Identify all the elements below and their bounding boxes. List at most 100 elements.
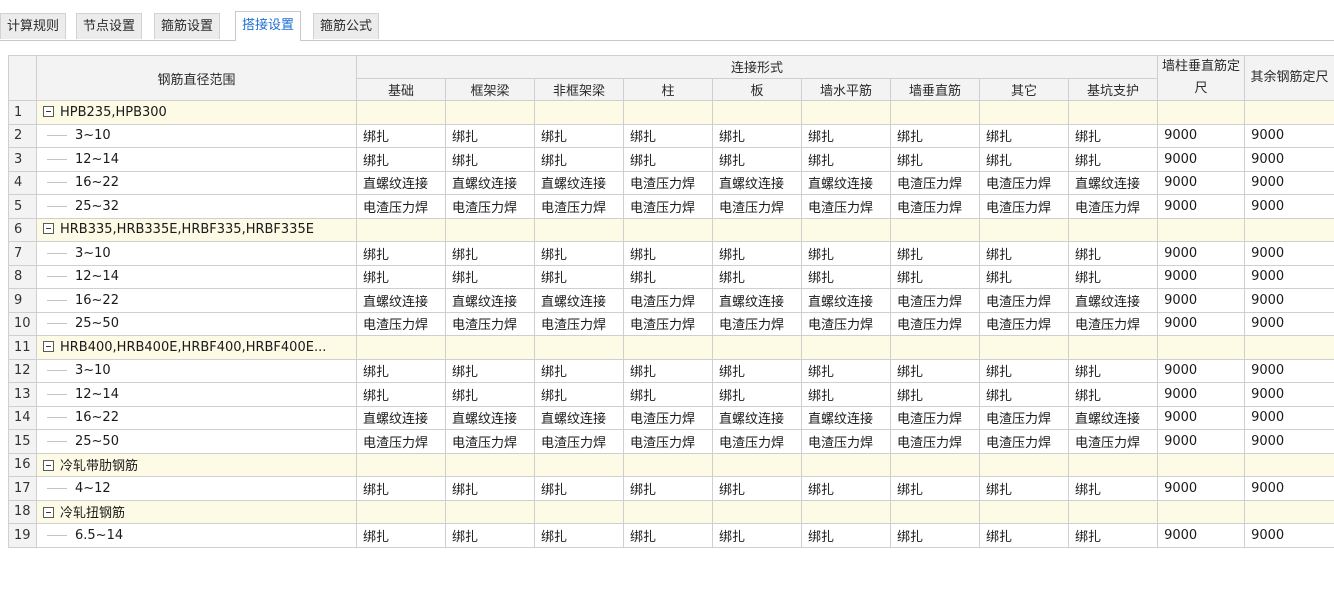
table-row[interactable]: 17 4~12 绑扎 绑扎 绑扎 绑扎 绑扎 绑扎 绑扎 绑扎 绑扎 9000 9000 [8, 476, 1334, 501]
connection-cell[interactable]: 绑扎 [445, 241, 535, 266]
connection-cell[interactable]: 电渣压力焊 [890, 429, 980, 454]
connection-cell[interactable]: 绑扎 [1067, 123, 1159, 148]
connection-cell[interactable]: 绑扎 [979, 241, 1069, 266]
connection-cell[interactable]: 绑扎 [534, 123, 624, 148]
group-row[interactable]: 18 冷轧扭钢筋 [8, 499, 1334, 524]
connection-cell[interactable]: 电渣压力焊 [979, 170, 1069, 195]
connection-cell[interactable]: 绑扎 [1067, 241, 1159, 266]
connection-cell[interactable]: 电渣压力焊 [712, 429, 802, 454]
group-row[interactable]: 1 HPB235,HPB300 [8, 100, 1334, 125]
connection-cell[interactable]: 绑扎 [801, 264, 891, 289]
group-empty-cell[interactable] [623, 100, 713, 125]
connection-cell[interactable]: 绑扎 [801, 382, 891, 407]
group-empty-cell[interactable] [712, 100, 802, 125]
group-empty-cell[interactable] [356, 217, 446, 242]
connection-cell[interactable]: 绑扎 [1067, 264, 1159, 289]
group-empty-cell[interactable] [356, 100, 446, 125]
connection-cell[interactable]: 电渣压力焊 [1067, 429, 1159, 454]
connection-cell[interactable]: 绑扎 [445, 123, 535, 148]
connection-cell[interactable]: 绑扎 [801, 241, 891, 266]
connection-cell[interactable]: 绑扎 [623, 382, 713, 407]
connection-cell[interactable]: 电渣压力焊 [623, 405, 713, 430]
group-empty-cell[interactable] [801, 217, 891, 242]
tab-calc-rules[interactable]: 计算规则 [0, 13, 67, 39]
connection-cell[interactable]: 绑扎 [534, 523, 624, 548]
collapse-icon[interactable] [43, 340, 54, 352]
connection-cell[interactable]: 绑扎 [623, 358, 713, 383]
connection-cell[interactable]: 绑扎 [890, 123, 980, 148]
group-empty-cell[interactable] [801, 335, 891, 360]
length-cell[interactable]: 9000 [1244, 241, 1334, 266]
connection-cell[interactable]: 电渣压力焊 [623, 170, 713, 195]
group-empty-cell[interactable] [534, 100, 624, 125]
group-empty-cell[interactable] [445, 452, 535, 477]
connection-cell[interactable]: 绑扎 [356, 123, 446, 148]
length-cell[interactable]: 9000 [1157, 523, 1246, 548]
group-row[interactable]: 11 HRB400,HRB400E,HRBF400,HRBF400E... [8, 335, 1334, 360]
connection-cell[interactable]: 电渣压力焊 [356, 311, 446, 336]
collapse-icon[interactable] [43, 223, 54, 235]
connection-cell[interactable]: 电渣压力焊 [890, 311, 980, 336]
connection-cell[interactable]: 绑扎 [356, 241, 446, 266]
connection-cell[interactable]: 绑扎 [1067, 523, 1159, 548]
length-cell[interactable]: 9000 [1157, 264, 1246, 289]
group-empty-cell[interactable] [979, 499, 1069, 524]
table-row[interactable]: 9 16~22 直螺纹连接 直螺纹连接 直螺纹连接 电渣压力焊 直螺纹连接 直螺纹连接 电渣压力… [8, 288, 1334, 313]
group-empty-cell[interactable] [1244, 452, 1334, 477]
connection-cell[interactable]: 电渣压力焊 [534, 194, 624, 219]
connection-cell[interactable]: 直螺纹连接 [356, 405, 446, 430]
connection-cell[interactable]: 电渣压力焊 [445, 429, 535, 454]
collapse-icon[interactable] [43, 460, 54, 472]
group-empty-cell[interactable] [801, 452, 891, 477]
connection-cell[interactable]: 电渣压力焊 [712, 311, 802, 336]
group-empty-cell[interactable] [445, 499, 535, 524]
connection-cell[interactable]: 绑扎 [356, 476, 446, 501]
tab-node-settings[interactable]: 节点设置 [76, 13, 143, 39]
connection-cell[interactable]: 直螺纹连接 [534, 405, 624, 430]
group-empty-cell[interactable] [1067, 217, 1159, 242]
length-cell[interactable]: 9000 [1157, 429, 1246, 454]
length-cell[interactable]: 9000 [1244, 429, 1334, 454]
table-row[interactable]: 8 12~14 绑扎 绑扎 绑扎 绑扎 绑扎 绑扎 绑扎 绑扎 绑扎 9000 9000 [8, 264, 1334, 289]
tab-lap-settings[interactable]: 搭接设置 [235, 11, 302, 41]
table-row[interactable]: 15 25~50 电渣压力焊 电渣压力焊 电渣压力焊 电渣压力焊 电渣压力焊 电渣压力焊 电渣压… [8, 429, 1334, 454]
connection-cell[interactable]: 直螺纹连接 [712, 288, 802, 313]
table-row[interactable]: 2 3~10 绑扎 绑扎 绑扎 绑扎 绑扎 绑扎 绑扎 绑扎 绑扎 9000 9000 [8, 123, 1334, 148]
group-empty-cell[interactable] [623, 499, 713, 524]
table-row[interactable]: 4 16~22 直螺纹连接 直螺纹连接 直螺纹连接 电渣压力焊 直螺纹连接 直螺纹连接 电渣压力… [8, 170, 1334, 195]
group-empty-cell[interactable] [1244, 335, 1334, 360]
connection-cell[interactable]: 电渣压力焊 [534, 429, 624, 454]
group-empty-cell[interactable] [445, 335, 535, 360]
group-empty-cell[interactable] [979, 100, 1069, 125]
connection-cell[interactable]: 直螺纹连接 [712, 170, 802, 195]
length-cell[interactable]: 9000 [1244, 170, 1334, 195]
connection-cell[interactable]: 绑扎 [890, 382, 980, 407]
connection-cell[interactable]: 绑扎 [712, 476, 802, 501]
connection-cell[interactable]: 直螺纹连接 [445, 170, 535, 195]
tab-stirrup-settings[interactable]: 箍筋设置 [154, 13, 221, 39]
connection-cell[interactable]: 绑扎 [712, 147, 802, 172]
connection-cell[interactable]: 绑扎 [356, 382, 446, 407]
length-cell[interactable]: 9000 [1244, 382, 1334, 407]
collapse-icon[interactable] [43, 507, 54, 519]
group-empty-cell[interactable] [712, 217, 802, 242]
connection-cell[interactable]: 绑扎 [979, 147, 1069, 172]
length-cell[interactable]: 9000 [1244, 288, 1334, 313]
connection-cell[interactable]: 直螺纹连接 [445, 288, 535, 313]
group-empty-cell[interactable] [1067, 100, 1159, 125]
connection-cell[interactable]: 绑扎 [445, 476, 535, 501]
table-row[interactable]: 10 25~50 电渣压力焊 电渣压力焊 电渣压力焊 电渣压力焊 电渣压力焊 电渣压力焊 电渣压… [8, 311, 1334, 336]
group-row[interactable]: 6 HRB335,HRB335E,HRBF335,HRBF335E [8, 217, 1334, 242]
connection-cell[interactable]: 电渣压力焊 [890, 194, 980, 219]
length-cell[interactable]: 9000 [1157, 311, 1246, 336]
group-empty-cell[interactable] [356, 335, 446, 360]
connection-cell[interactable]: 电渣压力焊 [356, 429, 446, 454]
connection-cell[interactable]: 电渣压力焊 [979, 429, 1069, 454]
group-empty-cell[interactable] [801, 499, 891, 524]
connection-cell[interactable]: 绑扎 [890, 241, 980, 266]
connection-cell[interactable]: 电渣压力焊 [801, 429, 891, 454]
connection-cell[interactable]: 绑扎 [890, 264, 980, 289]
group-empty-cell[interactable] [712, 335, 802, 360]
connection-cell[interactable]: 电渣压力焊 [890, 288, 980, 313]
connection-cell[interactable]: 绑扎 [1067, 476, 1159, 501]
